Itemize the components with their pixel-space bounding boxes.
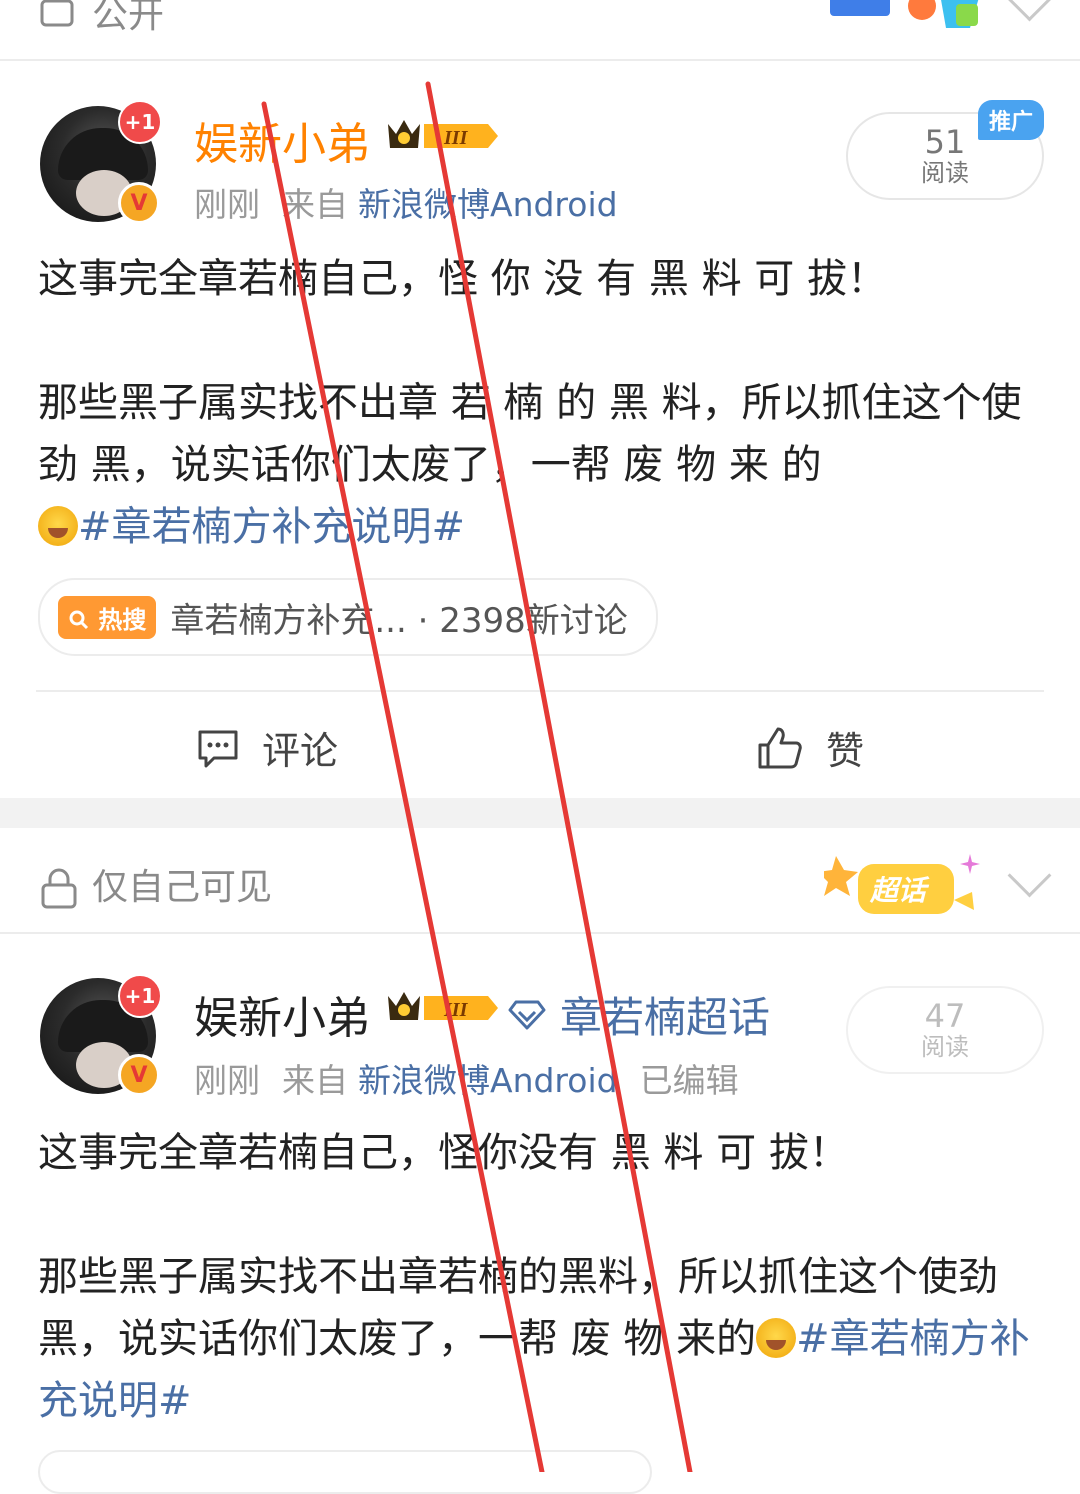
- post-text-line: 这事完全章若楠自己，怪你没有 黑 料 可 拔！: [38, 1130, 849, 1176]
- vip-crown-badge: III: [384, 114, 502, 158]
- privacy-row[interactable]: 仅自己可见: [40, 858, 272, 910]
- like-button[interactable]: 赞: [756, 720, 864, 775]
- post-meta: 刚刚 来自 新浪微博Android 已编辑: [194, 1054, 761, 1102]
- from-label: 来自: [282, 1061, 348, 1100]
- post-time: 刚刚: [194, 1061, 260, 1100]
- comment-button[interactable]: 评论: [196, 720, 338, 775]
- source-link[interactable]: 新浪微博Android: [358, 1061, 618, 1100]
- read-count: 47: [924, 997, 966, 1035]
- hot-search-text: 章若楠方补充... · 2398新讨论: [170, 600, 628, 641]
- supertopic-sticker[interactable]: 超话: [818, 852, 994, 932]
- post-body: 这事完全章若楠自己，怪你没有 黑 料 可 拔！ 那些黑子属实找不出章若楠的黑料，…: [38, 1122, 1048, 1432]
- hot-search-tag: 热搜: [58, 595, 157, 639]
- thumbs-up-icon: [758, 727, 802, 768]
- edited-label: 已编辑: [639, 1061, 739, 1100]
- like-label: 赞: [826, 729, 865, 773]
- comment-label: 评论: [262, 729, 339, 773]
- svg-text:超话: 超话: [869, 874, 930, 907]
- comment-icon: [198, 730, 238, 767]
- plus-badge: +1: [118, 974, 162, 1018]
- verified-v-icon: V: [118, 182, 160, 224]
- read-label: 阅读: [921, 1033, 969, 1061]
- source-link[interactable]: 新浪微博Android: [358, 185, 618, 224]
- read-label: 阅读: [921, 159, 969, 187]
- chevron-down-icon[interactable]: [1007, 853, 1052, 898]
- search-icon: [69, 610, 89, 629]
- laugh-cry-emoji-icon: [38, 506, 78, 546]
- verified-v-icon: V: [118, 1054, 160, 1096]
- privacy-row-top[interactable]: 公开: [40, 0, 164, 38]
- plus-badge: +1: [118, 100, 162, 144]
- divider: [0, 932, 1080, 934]
- post-text-line: 这事完全章若楠自己，怪 你 没 有 黑 料 可 拔！: [38, 256, 888, 302]
- username[interactable]: 娱新小弟: [194, 982, 370, 1046]
- hot-search-card[interactable]: 热搜 章若楠方补充... · 2398新讨论: [38, 578, 658, 656]
- read-count-box[interactable]: 47 阅读: [846, 986, 1044, 1074]
- privacy-label: 仅自己可见: [92, 867, 273, 908]
- post-time: 刚刚: [194, 185, 260, 224]
- supertopic-label: 章若楠超话: [560, 993, 771, 1042]
- read-count: 51: [924, 123, 966, 161]
- post-meta: 刚刚 来自 新浪微博Android: [194, 178, 640, 226]
- diamond-icon: [508, 1000, 546, 1029]
- section-gap: [0, 798, 1080, 828]
- svg-text:III: III: [443, 999, 469, 1021]
- lock-icon: [40, 867, 77, 909]
- chevron-down-icon[interactable]: [1007, 0, 1052, 22]
- promo-badge: 推广: [978, 100, 1044, 140]
- svg-text:III: III: [443, 127, 469, 149]
- event-sticker[interactable]: [830, 0, 990, 40]
- post-text-para: 那些黑子属实找不出章 若 楠 的 黑 料，所以抓住这个使 劲 黑，说实话你们太废…: [38, 380, 1022, 488]
- from-label: 来自: [282, 185, 348, 224]
- supertopic-link[interactable]: 章若楠超话: [508, 984, 770, 1045]
- divider: [0, 59, 1080, 61]
- square-icon: [40, 0, 74, 29]
- divider: [36, 690, 1044, 692]
- topic-link[interactable]: #章若楠方补充说明#: [78, 504, 465, 550]
- vip-crown-badge: III: [384, 986, 502, 1030]
- username[interactable]: 娱新小弟: [194, 108, 370, 172]
- post-body: 这事完全章若楠自己，怪 你 没 有 黑 料 可 拔！ 那些黑子属实找不出章 若 …: [38, 248, 1048, 558]
- hot-search-card-partial[interactable]: [38, 1450, 652, 1494]
- privacy-label: 公开: [92, 0, 165, 36]
- laugh-cry-emoji-icon: [756, 1318, 797, 1358]
